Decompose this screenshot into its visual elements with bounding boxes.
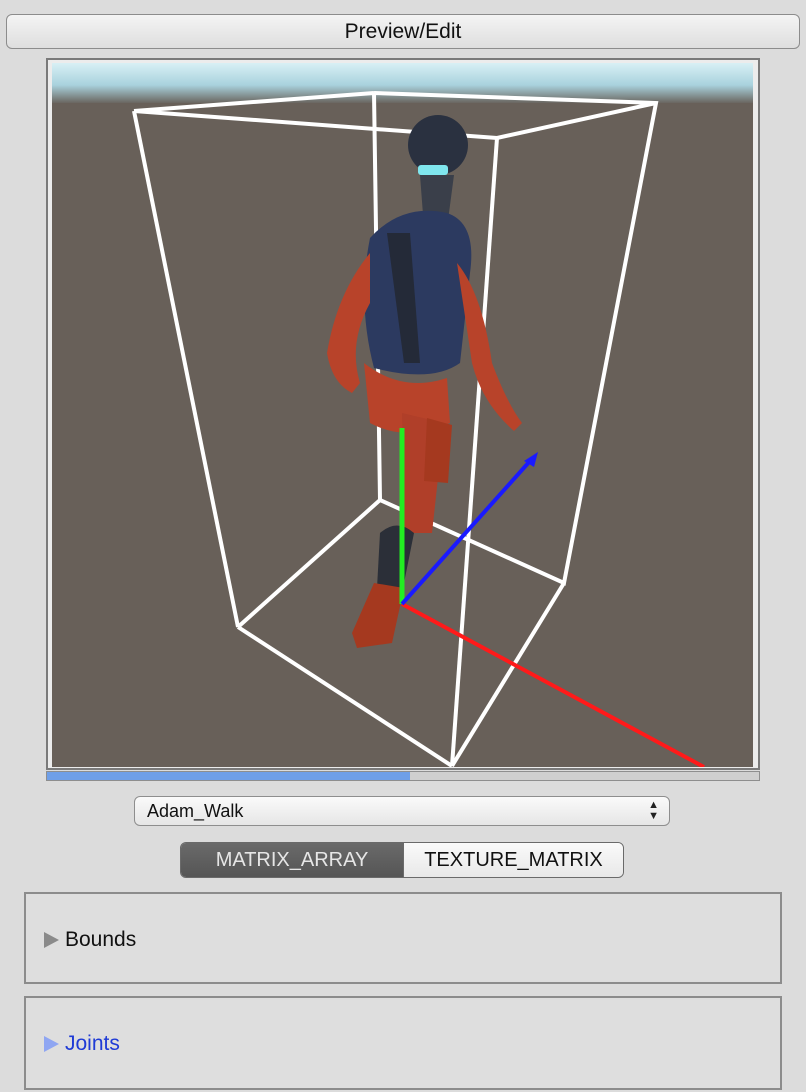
bounds-label: Bounds — [65, 928, 137, 951]
mode-toggle[interactable]: MATRIX_ARRAY TEXTURE_MATRIX — [180, 842, 624, 878]
animation-select[interactable]: Adam_Walk ▲ ▼ — [134, 796, 670, 826]
joints-section: Joints — [24, 996, 782, 1090]
playback-progress-fill — [47, 772, 411, 780]
sky-gradient — [52, 63, 753, 103]
playback-progress-bar[interactable] — [46, 771, 760, 781]
expand-triangle-icon — [44, 932, 59, 948]
preview-viewport[interactable] — [52, 63, 753, 767]
mode-option-matrix-array[interactable]: MATRIX_ARRAY — [181, 843, 404, 877]
mode-option-label: TEXTURE_MATRIX — [424, 848, 603, 871]
expand-triangle-icon — [44, 1036, 59, 1052]
joints-label: Joints — [65, 1032, 120, 1055]
preview-edit-label: Preview/Edit — [344, 19, 462, 43]
animation-select-value: Adam_Walk — [147, 800, 244, 821]
bounds-section: Bounds — [24, 892, 782, 984]
mode-option-label: MATRIX_ARRAY — [215, 848, 369, 871]
select-arrows-icon: ▲ ▼ — [648, 799, 659, 822]
joints-foldout[interactable]: Joints — [44, 1032, 120, 1056]
bounds-foldout[interactable]: Bounds — [44, 928, 136, 952]
preview-edit-button[interactable]: Preview/Edit — [6, 14, 800, 49]
mode-option-texture-matrix[interactable]: TEXTURE_MATRIX — [404, 843, 623, 877]
